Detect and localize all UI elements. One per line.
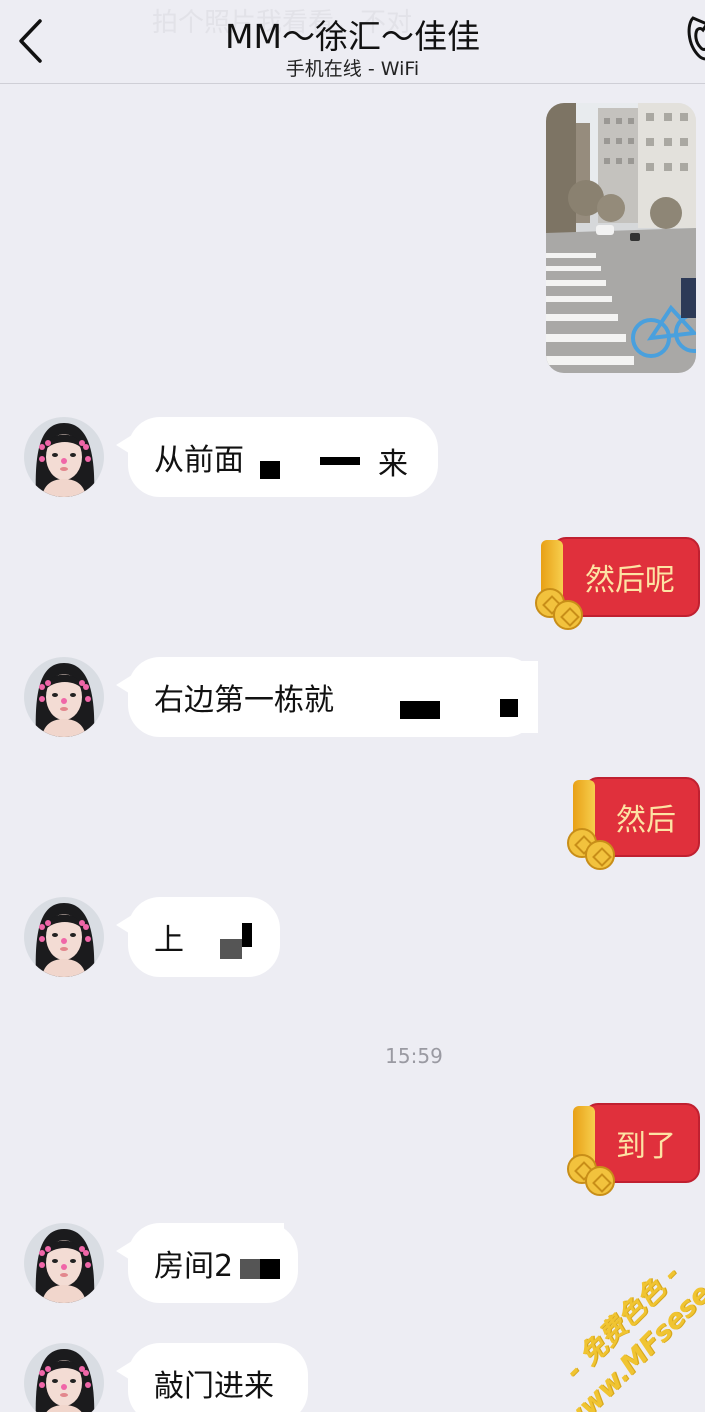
- contact-avatar[interactable]: [24, 657, 104, 737]
- chat-header: 拍个照片我看看，不对 MM～徐汇～佳佳 手机在线 - WiFi: [0, 0, 705, 84]
- redaction-mask: [352, 661, 538, 733]
- message-bubble-incoming[interactable]: 从前面 来: [116, 417, 438, 497]
- redaction-block: [260, 1259, 280, 1279]
- watermark: - 免费色色 - www.MFsese.com: [529, 1227, 705, 1412]
- redaction-mask: [224, 1223, 284, 1249]
- red-packet-label: 到了: [616, 1129, 676, 1164]
- message-text: 敲门进来: [154, 1369, 274, 1404]
- redaction-block: [320, 457, 360, 465]
- redaction-block: [400, 701, 440, 719]
- chevron-left-icon: [19, 19, 42, 63]
- message-text: 右边第一栋就: [154, 683, 334, 718]
- contact-avatar[interactable]: [24, 1223, 104, 1303]
- chat-title: MM～徐汇～佳佳: [225, 17, 480, 56]
- street-photo-image: [546, 103, 696, 373]
- message-text: 上: [154, 923, 184, 958]
- avatar-image: [24, 417, 104, 497]
- redaction-block: [240, 1259, 260, 1279]
- redaction-block: [220, 939, 242, 959]
- message-bubble-incoming[interactable]: 上: [116, 897, 280, 977]
- message-text-tail: 来: [378, 447, 408, 482]
- message-text: 房间2: [154, 1249, 234, 1284]
- message-bubble-incoming[interactable]: 右边第一栋就: [116, 657, 538, 737]
- phone-icon[interactable]: [683, 14, 705, 62]
- avatar-image: [24, 1343, 104, 1412]
- sent-photo[interactable]: [546, 103, 696, 373]
- message-bubble-incoming[interactable]: 敲门进来: [116, 1343, 308, 1412]
- message-bubble-incoming[interactable]: 房间2: [116, 1223, 298, 1303]
- redaction-block: [260, 461, 280, 479]
- back-button[interactable]: [10, 14, 50, 68]
- red-packet-label: 然后呢: [585, 563, 675, 598]
- contact-avatar[interactable]: [24, 1343, 104, 1412]
- red-packet-label: 然后: [616, 803, 676, 838]
- message-text: 从前面: [154, 443, 244, 478]
- avatar-image: [24, 657, 104, 737]
- coin-icon: [553, 600, 583, 630]
- contact-avatar[interactable]: [24, 417, 104, 497]
- avatar-image: [24, 1223, 104, 1303]
- redaction-block: [500, 699, 518, 717]
- contact-avatar[interactable]: [24, 897, 104, 977]
- redaction-mask: [284, 417, 376, 441]
- coin-icon: [585, 840, 615, 870]
- chat-status: 手机在线 - WiFi: [285, 58, 420, 80]
- avatar-image: [24, 897, 104, 977]
- message-timestamp: 15:59: [385, 1044, 443, 1068]
- coin-icon: [585, 1166, 615, 1196]
- redaction-block: [242, 923, 252, 947]
